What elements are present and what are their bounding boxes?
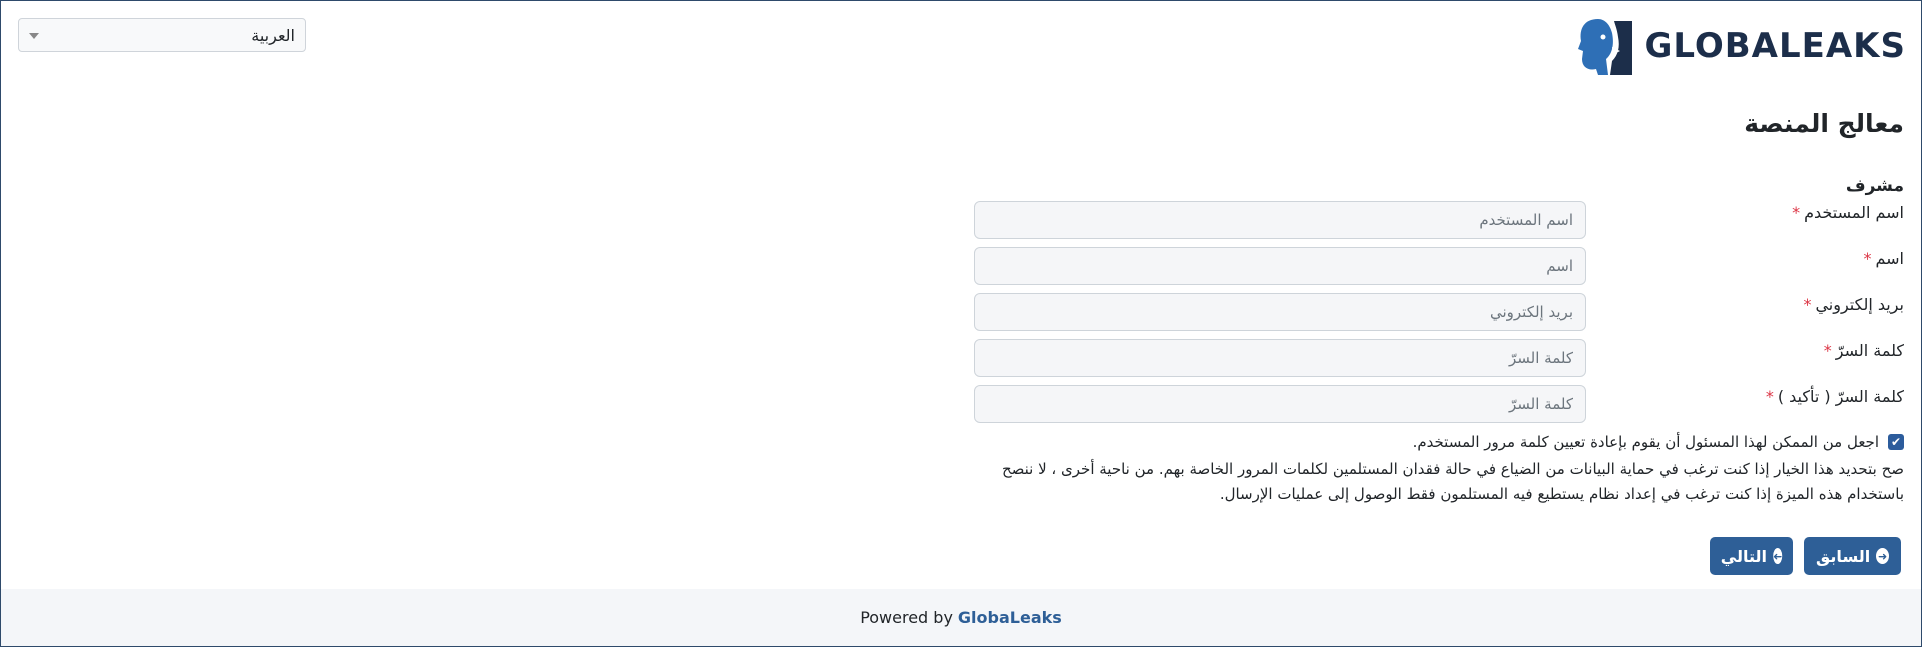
previous-button[interactable]: ➜ السابق [1804,537,1901,575]
password-reset-label: اجعل من الممكن لهذا المسئول أن يقوم بإعا… [1412,433,1879,451]
name-label: اسم* [1864,249,1905,268]
name-input[interactable] [974,247,1586,285]
email-input[interactable] [974,293,1586,331]
email-label-text: بريد إلكتروني [1815,295,1904,314]
password-reset-option[interactable]: ✔ اجعل من الممكن لهذا المسئول أن يقوم بإ… [1413,433,1904,451]
required-indicator: * [1863,249,1872,268]
username-label: اسم المستخدم* [1792,203,1904,222]
arrow-right-circle-icon: ➜ [1876,548,1889,564]
password-reset-checkbox[interactable]: ✔ [1888,434,1904,450]
password-label-text: كلمة السرّ [1835,341,1904,360]
password-confirm-label-text: كلمة السرّ ( تأكيد ) [1777,387,1904,406]
language-select[interactable]: العربية [18,18,306,52]
next-button[interactable]: ➜ التالي [1710,537,1793,575]
email-label: بريد إلكتروني* [1803,295,1904,314]
required-indicator: * [1803,295,1812,314]
password-reset-help: صح بتحديد هذا الخيار إذا كنت ترغب في حما… [1001,460,1904,503]
page-title: معالج المنصة [1744,109,1904,138]
required-indicator: * [1823,341,1832,360]
footer-globaleaks-link[interactable]: GlobaLeaks [958,608,1062,627]
globaleaks-logo-icon [1578,19,1633,75]
name-label-text: اسم [1875,249,1905,268]
language-select-value: العربية [251,26,295,45]
username-label-text: اسم المستخدم [1804,203,1904,222]
footer-prefix: Powered by [860,608,953,627]
logo[interactable]: GLOBALEAKS [1576,16,1906,76]
chevron-down-icon [29,33,39,39]
password-confirm-label: كلمة السرّ ( تأكيد )* [1766,387,1904,406]
page: العربية GLOBALEAKS معالج المنصة مشرف اسم… [0,0,1922,647]
password-label: كلمة السرّ* [1824,341,1904,360]
next-button-label: التالي [1720,546,1767,566]
password-input[interactable] [974,339,1586,377]
previous-button-label: السابق [1816,546,1871,566]
footer: Powered by GlobaLeaks [1,589,1921,646]
username-input[interactable] [974,201,1586,239]
password-confirm-input[interactable] [974,385,1586,423]
section-title: مشرف [1845,176,1904,196]
required-indicator: * [1792,203,1801,222]
logo-text: GLOBALEAKS [1644,26,1906,66]
arrow-left-circle-icon: ➜ [1773,548,1783,564]
required-indicator: * [1765,387,1774,406]
